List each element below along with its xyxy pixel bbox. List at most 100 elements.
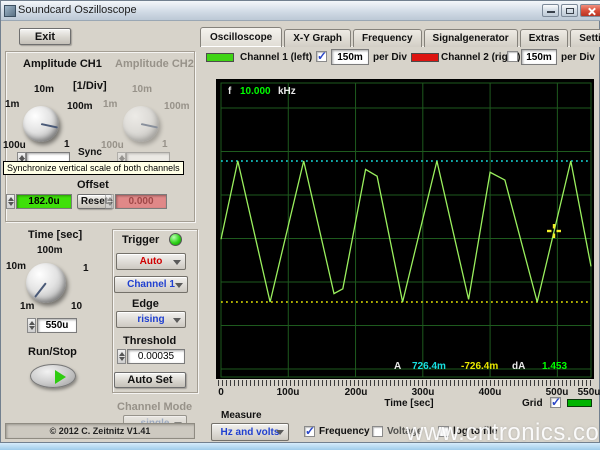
play-icon [55, 370, 66, 384]
tab-oscilloscope[interactable]: Oscilloscope [200, 27, 282, 47]
amplitude-min-readout: -726.4m [461, 361, 498, 372]
tab-xy-graph[interactable]: X-Y Graph [284, 29, 351, 47]
frequency-checkbox[interactable] [304, 426, 315, 437]
x-axis-label: Time [sec] [374, 398, 444, 409]
tab-settings[interactable]: Settings [570, 29, 600, 47]
threshold-label: Threshold [123, 335, 176, 347]
ch2-scale-100u: 100u [101, 140, 124, 151]
measure-mode-dropdown[interactable]: Hz and volts [211, 423, 289, 441]
channel2-enable-checkbox[interactable] [507, 51, 518, 62]
ch1-offset-field[interactable]: 182.0u [16, 194, 72, 209]
chevron-down-icon [175, 283, 183, 288]
grid-color-swatch [567, 399, 592, 407]
close-button[interactable] [580, 4, 600, 17]
channel1-per-div-field[interactable]: 150m [331, 49, 369, 65]
freq-readout-prefix: f [228, 86, 231, 97]
x-tick-300u: 300u [406, 387, 440, 398]
measure-mode-value: Hz and volts [221, 427, 280, 438]
amplitude-max-readout: 726.4m [412, 361, 446, 372]
frequency-checkbox-label: Frequency [319, 426, 370, 437]
sync-label: Sync [78, 147, 102, 158]
trigger-edge-dropdown[interactable]: rising [116, 311, 186, 328]
copyright-bar: © 2012 C. Zeitnitz V1.41 [5, 423, 195, 439]
delta-readout-label: dA [512, 361, 525, 372]
ch2-offset-field: 0.000 [115, 194, 167, 209]
trigger-source-value: Channel 1 [127, 279, 175, 290]
title-bar: Soundcard Oszilloscope [1, 1, 600, 21]
amplitude-ch2-label: Amplitude CH2 [115, 58, 194, 70]
chevron-down-icon [276, 430, 284, 435]
tab-bar: Oscilloscope X-Y Graph Frequency Signalg… [200, 27, 600, 47]
channel1-enable-checkbox[interactable] [316, 51, 327, 62]
ch2-scale-1: 1 [162, 139, 168, 150]
tab-extras[interactable]: Extras [520, 29, 569, 47]
ch1-offset-spinner[interactable] [6, 194, 15, 209]
knob-pointer [34, 282, 47, 298]
time-scale-1: 1 [83, 263, 89, 274]
scope-display[interactable]: f 10.000 kHz A 726.4m -726.4m dA 1.453 [216, 79, 594, 379]
amplitude-ch1-label: Amplitude CH1 [23, 58, 102, 70]
channel2-per-div-field[interactable]: 150m [521, 49, 557, 65]
ch2-offset-spinner [105, 194, 114, 209]
trigger-mode-value: Auto [140, 256, 163, 267]
time-value-field[interactable]: 550u [37, 318, 77, 333]
ch1-scale-100m: 100m [67, 101, 93, 112]
ch1-scale-1: 1 [64, 139, 70, 150]
channel-mode-label: Channel Mode [117, 401, 192, 413]
time-spinner[interactable] [27, 318, 36, 333]
run-stop-button[interactable] [30, 364, 76, 388]
x-axis-ticks [218, 380, 592, 386]
time-scale-100m: 100m [37, 245, 63, 256]
trigger-mode-dropdown[interactable]: Auto [116, 253, 186, 270]
x-tick-100u: 100u [271, 387, 305, 398]
trigger-source-dropdown[interactable]: Channel 1 [114, 276, 188, 293]
maximize-button[interactable] [561, 4, 578, 17]
x-tick-550u: 550u [572, 387, 600, 398]
freq-readout-value: 10.000 [240, 86, 271, 97]
ch1-scale-1m: 1m [5, 99, 19, 110]
edge-label: Edge [132, 298, 159, 310]
watermark-text: www.cntronics.com [406, 419, 600, 447]
channel1-per-div-label: per Div [373, 52, 407, 63]
channel1-label: Channel 1 (left) [240, 52, 312, 63]
time-scale-10m: 10m [6, 261, 26, 272]
x-tick-200u: 200u [339, 387, 373, 398]
channel1-color-swatch [206, 53, 234, 62]
channel2-per-div-label: per Div [561, 52, 595, 63]
ch2-scale-1m: 1m [103, 99, 117, 110]
ch2-scale-100m: 100m [164, 101, 190, 112]
grid-checkbox[interactable] [550, 397, 561, 408]
voltage-checkbox[interactable] [372, 426, 383, 437]
trigger-edge-value: rising [137, 314, 164, 325]
ch2-scale-10m: 10m [132, 84, 152, 95]
auto-set-button[interactable]: Auto Set [114, 372, 186, 388]
minimize-icon [547, 11, 555, 13]
measure-label: Measure [221, 410, 262, 421]
amplitude-ch1-knob[interactable] [23, 106, 59, 142]
amplitude-readout-label: A [394, 361, 401, 372]
scope-plot-svg [216, 79, 594, 379]
trigger-led [169, 233, 182, 246]
threshold-field[interactable]: 0.00035 [127, 349, 185, 364]
app-root: Soundcard Oszilloscope Exit Amplitude CH… [0, 0, 600, 450]
per-div-unit-label: [1/Div] [73, 80, 107, 92]
threshold-spinner[interactable] [117, 349, 126, 364]
tab-frequency[interactable]: Frequency [353, 29, 422, 47]
exit-button[interactable]: Exit [19, 28, 71, 45]
run-stop-label: Run/Stop [28, 346, 77, 358]
amplitude-ch2-knob [123, 106, 159, 142]
delta-readout-value: 1.453 [542, 361, 567, 372]
app-icon [4, 5, 16, 17]
chevron-down-icon [173, 318, 181, 323]
grid-label: Grid [522, 398, 543, 409]
offset-label: Offset [77, 179, 109, 191]
chevron-down-icon [173, 260, 181, 265]
time-scale-10: 10 [71, 301, 82, 312]
tab-signalgenerator[interactable]: Signalgenerator [424, 29, 518, 47]
app-window: Soundcard Oszilloscope Exit Amplitude CH… [0, 0, 600, 443]
trigger-label: Trigger [122, 234, 159, 246]
maximize-icon [566, 8, 574, 14]
x-tick-400u: 400u [473, 387, 507, 398]
minimize-button[interactable] [542, 4, 559, 17]
time-knob[interactable] [26, 263, 66, 303]
